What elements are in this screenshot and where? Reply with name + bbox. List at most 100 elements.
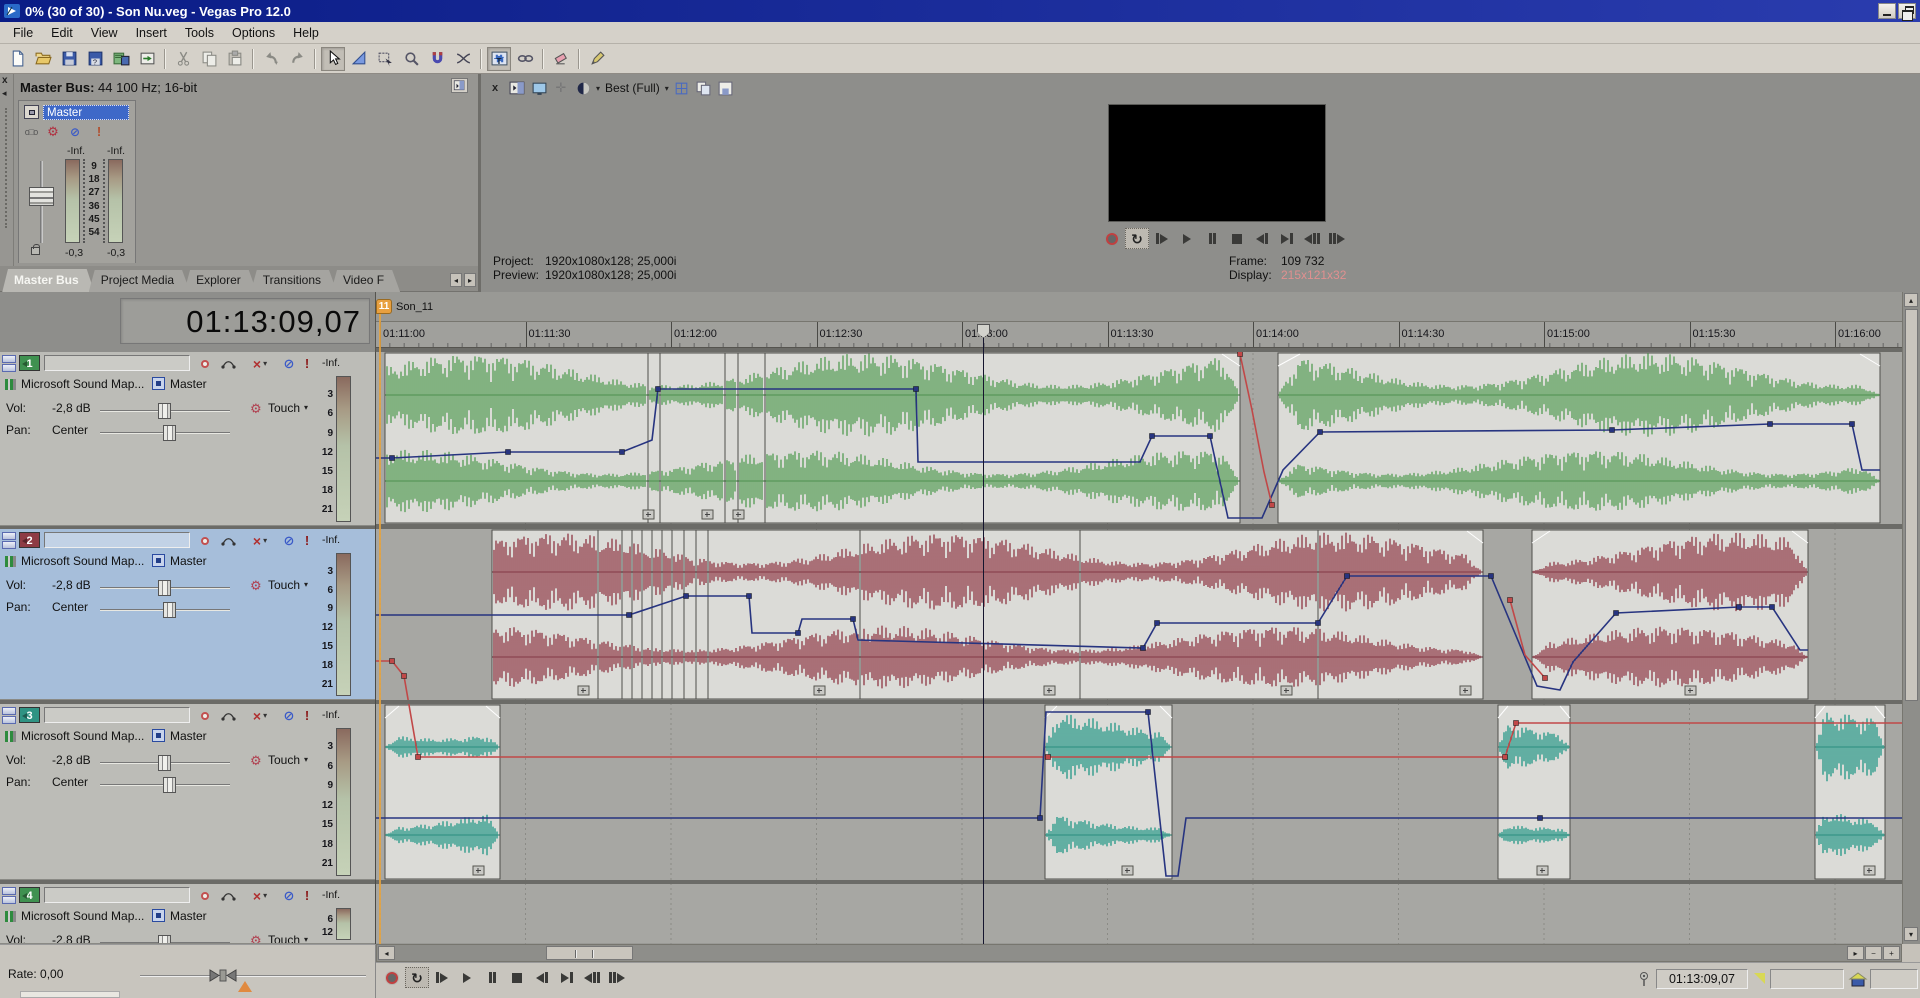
cut-icon[interactable]	[171, 47, 195, 71]
preview-quality-value[interactable]: Best (Full)	[605, 81, 660, 95]
marker-label[interactable]: Son_11	[396, 301, 433, 313]
copy-icon[interactable]	[197, 47, 221, 71]
time-ruler[interactable]: 01:11:0001:11:3001:12:0001:12:3001:13:00…	[376, 322, 1902, 348]
track-minimize-button[interactable]	[2, 707, 16, 715]
normal-edit-tool-icon[interactable]	[321, 47, 345, 71]
record-arm-button[interactable]	[196, 888, 214, 903]
vol-slider-thumb[interactable]	[158, 935, 171, 944]
auto-crossfade-icon[interactable]	[451, 47, 475, 71]
preview-quality-icon[interactable]	[573, 79, 593, 97]
snapping-icon[interactable]	[425, 47, 449, 71]
previous-frame-button[interactable]	[580, 967, 604, 988]
vol-value[interactable]: -2,8 dB	[52, 753, 91, 767]
status-field[interactable]	[1870, 969, 1918, 989]
pan-value[interactable]: Center	[52, 600, 88, 614]
selection-edit-tool-icon[interactable]	[373, 47, 397, 71]
scroll-right-button[interactable]: ▸	[1847, 946, 1864, 960]
pan-value[interactable]: Center	[52, 423, 88, 437]
grab-frame-icon[interactable]: ✛	[551, 79, 571, 97]
track-header-3[interactable]: 3×▾⊘!-Inf.Microsoft Sound Map...MasterVo…	[0, 704, 375, 880]
menu-help[interactable]: Help	[284, 24, 328, 42]
scroll-left-button[interactable]: ◂	[378, 946, 395, 960]
device-name[interactable]: Microsoft Sound Map...	[21, 377, 144, 391]
device-name[interactable]: Microsoft Sound Map...	[21, 729, 144, 743]
trimmer-icon[interactable]: T	[487, 47, 511, 71]
track-fx-button[interactable]: ×▾	[246, 708, 274, 723]
automation-caret-icon[interactable]: ▾	[304, 580, 308, 589]
go-to-start-button[interactable]	[1250, 228, 1274, 249]
new-file-icon[interactable]	[5, 47, 29, 71]
lock-icon[interactable]	[31, 247, 40, 255]
pan-value[interactable]: Center	[52, 775, 88, 789]
vertical-scrollbar[interactable]: ▴ ▾	[1902, 292, 1920, 944]
automation-mode[interactable]: Touch	[268, 578, 300, 592]
vol-slider-thumb[interactable]	[158, 580, 171, 596]
quality-caret-icon[interactable]: ▾	[596, 84, 600, 93]
solo-button[interactable]: !	[302, 533, 312, 548]
play-from-start-button[interactable]	[430, 967, 454, 988]
tab-explorer[interactable]: Explorer	[184, 270, 257, 292]
close-preview-icon[interactable]: x	[485, 79, 505, 97]
zoom-edit-tool-icon[interactable]	[399, 47, 423, 71]
loop-playback-button[interactable]: ↻	[405, 967, 429, 988]
copy-snapshot-icon[interactable]	[694, 79, 714, 97]
track-number-badge[interactable]: 4	[19, 887, 40, 903]
scroll-down-button[interactable]: ▾	[1904, 927, 1918, 941]
erase-icon[interactable]	[549, 47, 573, 71]
import-media-icon[interactable]	[135, 47, 159, 71]
pause-button[interactable]	[480, 967, 504, 988]
play-from-start-button[interactable]	[1150, 228, 1174, 249]
undo-icon[interactable]	[259, 47, 283, 71]
previous-frame-button[interactable]	[1300, 228, 1324, 249]
channel-window-icon[interactable]	[24, 105, 39, 119]
automation-caret-icon[interactable]: ▾	[304, 403, 308, 412]
track-header-2[interactable]: 2×▾⊘!-Inf.Microsoft Sound Map...MasterVo…	[0, 529, 375, 700]
vol-slider-thumb[interactable]	[158, 755, 171, 771]
bus-icon[interactable]	[152, 909, 165, 922]
track-fx-button[interactable]: ×▾	[246, 888, 274, 903]
tab-project-media[interactable]: Project Media	[89, 270, 190, 292]
track-restore-button[interactable]	[2, 364, 16, 372]
dim-output-icon[interactable]: !	[91, 124, 107, 139]
record-button[interactable]	[380, 967, 404, 988]
quality-caret-icon[interactable]: ▾	[665, 84, 669, 93]
track-envelope-button[interactable]	[220, 708, 238, 723]
menu-view[interactable]: View	[82, 24, 127, 42]
device-name[interactable]: Microsoft Sound Map...	[21, 909, 144, 923]
track-envelope-button[interactable]	[220, 533, 238, 548]
track-name-field[interactable]	[44, 887, 190, 903]
automation-mode[interactable]: Touch	[268, 753, 300, 767]
cursor-time-display[interactable]: 01:13:09,07	[1656, 969, 1748, 989]
save-icon[interactable]	[57, 47, 81, 71]
automation-caret-icon[interactable]: ▾	[304, 755, 308, 764]
pan-slider-thumb[interactable]	[163, 602, 176, 618]
go-to-end-button[interactable]	[555, 967, 579, 988]
tab-master-bus[interactable]: Master Bus	[2, 269, 95, 293]
record-arm-button[interactable]	[196, 356, 214, 371]
automation-mode[interactable]: Touch	[268, 401, 300, 415]
next-frame-button[interactable]	[605, 967, 629, 988]
vol-value[interactable]: -2.8 dB	[52, 933, 91, 944]
menu-file[interactable]: File	[4, 24, 42, 42]
collapse-panel-icon[interactable]: ◂	[2, 89, 7, 98]
meter-left-value[interactable]: -0,3	[65, 247, 83, 259]
redo-icon[interactable]	[285, 47, 309, 71]
stop-button[interactable]	[505, 967, 529, 988]
track-restore-button[interactable]	[2, 896, 16, 904]
vertical-scroll-thumb[interactable]	[1905, 309, 1918, 701]
menu-insert[interactable]: Insert	[127, 24, 176, 42]
open-file-icon[interactable]	[31, 47, 55, 71]
title-bar[interactable]: 0% (30 of 30) - Son Nu.veg - Vegas Pro 1…	[0, 0, 1920, 22]
restore-button[interactable]	[1898, 3, 1916, 19]
mute-button[interactable]: ⊘	[280, 888, 298, 903]
track-minimize-button[interactable]	[2, 532, 16, 540]
pause-button[interactable]	[1200, 228, 1224, 249]
track-fx-button[interactable]: ×▾	[246, 533, 274, 548]
menu-edit[interactable]: Edit	[42, 24, 82, 42]
rate-value[interactable]: 0,00	[40, 967, 63, 981]
menu-tools[interactable]: Tools	[176, 24, 223, 42]
track-name-field[interactable]	[44, 532, 190, 548]
auto-hide-panel-icon[interactable]	[451, 78, 468, 93]
envelope-edit-tool-icon[interactable]	[347, 47, 371, 71]
pan-slider-thumb[interactable]	[163, 425, 176, 441]
